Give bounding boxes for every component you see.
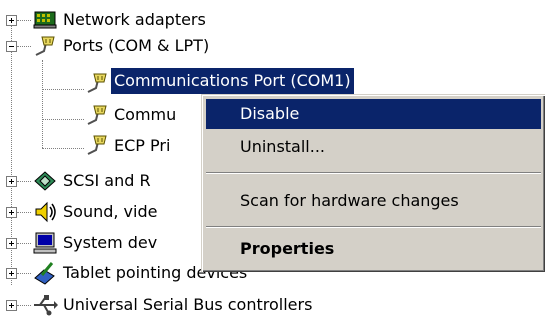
computer-icon: [33, 232, 57, 254]
context-menu: Disable Uninstall... Scan for hardware c…: [201, 94, 545, 272]
expand-toggle[interactable]: [6, 300, 17, 311]
tree-item-system-devices[interactable]: System dev: [63, 228, 157, 258]
tree-item-ports[interactable]: Ports (COM & LPT): [63, 31, 209, 61]
expand-toggle[interactable]: [6, 238, 17, 249]
tree-connector: [17, 273, 31, 274]
tree-item-ecp-printer-port[interactable]: ECP Pri: [114, 131, 170, 161]
tree-item-sound-video[interactable]: Sound, vide: [63, 197, 157, 227]
port-connector-icon: [35, 36, 55, 56]
menu-separator: [206, 172, 541, 174]
network-adapter-icon: [33, 11, 57, 29]
tree-connector: [17, 305, 31, 306]
tablet-pen-icon: [34, 262, 55, 285]
port-connector-icon: [87, 105, 107, 125]
expand-toggle[interactable]: [6, 207, 17, 218]
menu-item-uninstall[interactable]: Uninstall...: [206, 132, 541, 162]
menu-item-disable[interactable]: Disable: [206, 99, 541, 129]
tree-connector: [42, 148, 84, 149]
tree-connector: [42, 89, 84, 90]
tree-connector: [17, 243, 31, 244]
menu-item-scan-hardware[interactable]: Scan for hardware changes: [206, 186, 541, 216]
expand-toggle[interactable]: [6, 268, 17, 279]
menu-item-properties[interactable]: Properties: [206, 234, 541, 264]
tree-item-scsi-and-raid[interactable]: SCSI and R: [63, 166, 151, 196]
tree-item-usb-controllers[interactable]: Universal Serial Bus controllers: [63, 290, 312, 320]
collapse-toggle[interactable]: [6, 41, 17, 52]
port-connector-icon: [87, 73, 107, 93]
expand-toggle[interactable]: [6, 15, 17, 26]
tree-connector: [17, 181, 31, 182]
menu-separator: [206, 226, 541, 228]
tree-connector: [17, 212, 31, 213]
port-connector-icon: [87, 135, 107, 155]
speaker-icon: [35, 201, 56, 223]
scsi-icon: [34, 171, 56, 191]
tree-connector: [17, 20, 31, 21]
tree-connector: [17, 46, 31, 47]
tree-connector: [42, 119, 84, 120]
expand-toggle[interactable]: [6, 176, 17, 187]
tree-item-communications-port-2[interactable]: Commu: [114, 100, 176, 130]
usb-icon: [34, 295, 58, 316]
tree-item-communications-port-com1[interactable]: Communications Port (COM1): [111, 68, 354, 94]
tree-connector: [42, 60, 43, 148]
